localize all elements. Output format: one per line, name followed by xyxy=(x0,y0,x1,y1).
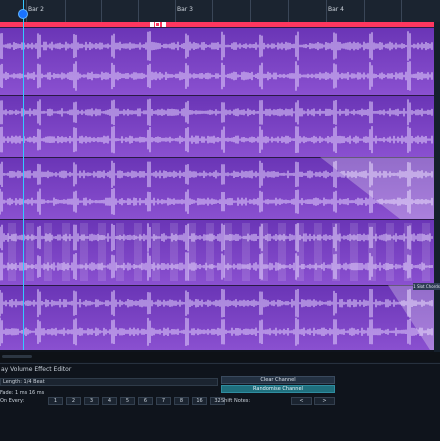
slice-block[interactable] xyxy=(368,223,376,281)
on-every-button[interactable]: 16 xyxy=(192,397,207,405)
randomise-channel-button[interactable]: Randomise Channel xyxy=(221,385,335,393)
slice-block[interactable] xyxy=(98,223,106,281)
playhead-line[interactable] xyxy=(23,0,24,350)
on-every-button[interactable]: 6 xyxy=(138,397,153,405)
fade-envelope[interactable] xyxy=(320,157,434,219)
volume-effect-editor-panel: ay Volume Effect Editor Length: 1/4 Beat… xyxy=(0,363,440,441)
slice-block[interactable] xyxy=(386,223,394,281)
bar-label: Bar 2 xyxy=(28,6,44,13)
waveform-path xyxy=(0,289,433,318)
waveform-path xyxy=(0,317,433,346)
track-scroll-strip[interactable] xyxy=(434,22,440,352)
slice-block[interactable] xyxy=(134,223,142,281)
slice-block[interactable] xyxy=(404,223,412,281)
playhead-handle-icon[interactable] xyxy=(18,9,28,19)
slice-block[interactable] xyxy=(116,223,124,281)
on-every-button[interactable]: 5 xyxy=(120,397,135,405)
slice-block[interactable] xyxy=(350,223,358,281)
scroll-thumb[interactable] xyxy=(2,355,32,358)
panel-title: ay Volume Effect Editor xyxy=(1,366,72,373)
slice-block[interactable] xyxy=(242,223,250,281)
waveform-path xyxy=(0,126,433,154)
on-every-button[interactable]: 3 xyxy=(84,397,99,405)
on-every-button-group: 1 2 3 4 5 6 7 8 16 32 xyxy=(48,397,225,406)
bar-label: Bar 3 xyxy=(177,6,193,13)
on-every-label: On Every: xyxy=(0,398,25,404)
slice-block[interactable] xyxy=(26,223,34,281)
on-every-button[interactable]: 4 xyxy=(102,397,117,405)
slice-block[interactable] xyxy=(152,223,160,281)
shift-left-button[interactable]: < xyxy=(291,397,312,405)
bar-label: Bar 4 xyxy=(328,6,344,13)
slice-block[interactable] xyxy=(314,223,322,281)
side-tag: 1 Slot Chords xyxy=(413,283,440,290)
waveform-path xyxy=(0,98,433,126)
slice-block[interactable] xyxy=(8,223,16,281)
slice-block[interactable] xyxy=(188,223,196,281)
on-every-button[interactable]: 2 xyxy=(66,397,81,405)
waveform-path xyxy=(0,61,433,91)
fade-envelope[interactable] xyxy=(388,285,434,350)
slice-block[interactable] xyxy=(62,223,70,281)
horizontal-scrollbar[interactable] xyxy=(0,352,440,362)
slice-block[interactable] xyxy=(332,223,340,281)
clear-channel-button[interactable]: Clear Channel xyxy=(221,376,335,384)
slice-block[interactable] xyxy=(422,223,430,281)
timeline-ruler[interactable]: Bar 2 Bar 3 Bar 4 xyxy=(0,0,440,23)
shift-right-button[interactable]: > xyxy=(314,397,335,405)
slice-block[interactable] xyxy=(80,223,88,281)
fade-value[interactable]: Fade: 1 ms 16 ms xyxy=(0,390,44,396)
slice-block[interactable] xyxy=(278,223,286,281)
on-every-button[interactable]: 8 xyxy=(174,397,189,405)
slice-block[interactable] xyxy=(170,223,178,281)
app-window: Bar 2 Bar 3 Bar 4 1 Slot Chords ay Volum… xyxy=(0,0,440,441)
waveform-path xyxy=(0,31,433,61)
slice-block[interactable] xyxy=(44,223,52,281)
on-every-button[interactable]: 1 xyxy=(48,397,63,405)
shift-notes-label: Shift Notes: xyxy=(221,398,251,404)
slice-block[interactable] xyxy=(224,223,232,281)
tracks-area[interactable] xyxy=(0,27,440,350)
slice-block[interactable] xyxy=(260,223,268,281)
waveform-display xyxy=(0,31,434,350)
slice-block[interactable] xyxy=(206,223,214,281)
on-every-button[interactable]: 7 xyxy=(156,397,171,405)
length-select[interactable]: Length: 1/4 Beat xyxy=(0,378,218,386)
slice-block[interactable] xyxy=(296,223,304,281)
